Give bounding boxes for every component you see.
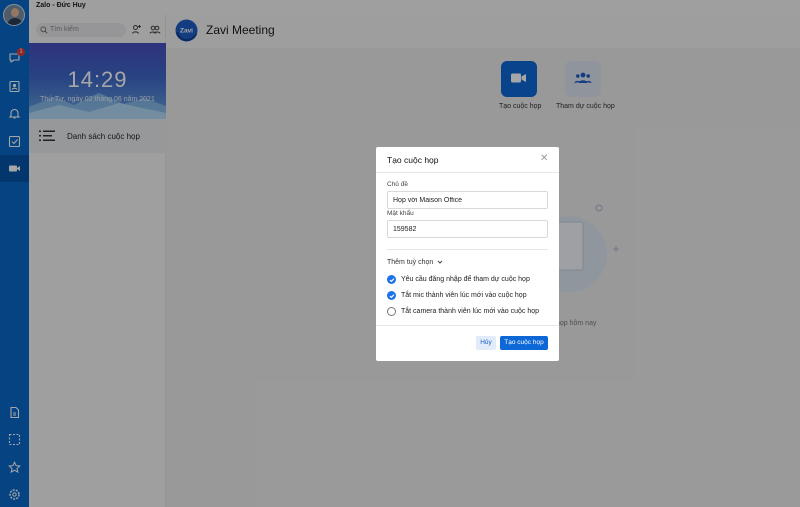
create-meeting-submit-button[interactable]: Tạo cuộc họp xyxy=(500,336,548,350)
dialog-header-divider xyxy=(376,172,559,173)
create-meeting-dialog: Tạo cuộc họp ✕ Chủ đề Mật khẩu Thêm tuỳ … xyxy=(376,147,559,361)
topic-input[interactable] xyxy=(387,191,548,209)
checkbox-unchecked-icon[interactable] xyxy=(387,307,396,316)
checkbox-checked-icon[interactable] xyxy=(387,291,396,300)
checkbox-checked-icon[interactable] xyxy=(387,275,396,284)
options-divider xyxy=(387,249,548,250)
dialog-footer-divider xyxy=(376,325,559,326)
password-input[interactable] xyxy=(387,220,548,238)
option-label: Tắt camera thành viên lúc mới vào cuộc h… xyxy=(401,308,540,315)
cancel-button[interactable]: Hủy xyxy=(476,336,496,350)
password-label: Mật khẩu xyxy=(387,210,414,217)
option-label: Tắt mic thành viên lúc mới vào cuộc họp xyxy=(401,292,527,299)
options-header-label: Thêm tuỳ chọn xyxy=(387,259,434,266)
chevron-down-icon xyxy=(435,259,443,266)
close-icon[interactable]: ✕ xyxy=(540,153,548,164)
option-disable-camera[interactable]: Tắt camera thành viên lúc mới vào cuộc h… xyxy=(387,306,539,317)
dialog-title: Tạo cuộc họp xyxy=(387,155,439,165)
option-mute-mic[interactable]: Tắt mic thành viên lúc mới vào cuộc họp xyxy=(387,290,527,301)
option-require-login[interactable]: Yêu cầu đăng nhập để tham dự cuộc họp xyxy=(387,274,530,285)
options-toggle[interactable]: Thêm tuỳ chọn xyxy=(387,259,443,266)
option-label: Yêu cầu đăng nhập để tham dự cuộc họp xyxy=(401,276,530,283)
topic-label: Chủ đề xyxy=(387,181,408,188)
